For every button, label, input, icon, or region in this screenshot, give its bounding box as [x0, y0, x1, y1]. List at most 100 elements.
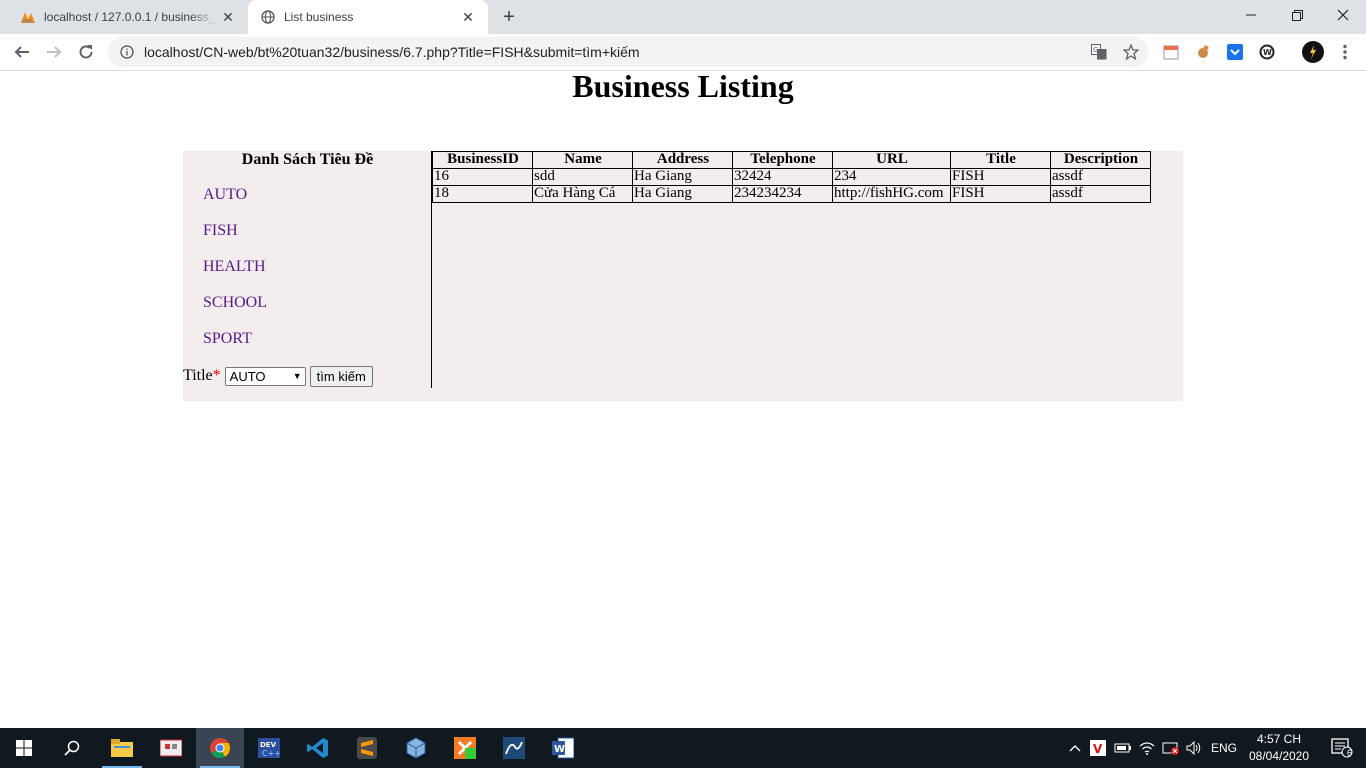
chevron-up-icon[interactable] — [1065, 738, 1085, 758]
xampp-icon[interactable] — [441, 728, 489, 768]
sublime-text-icon[interactable] — [343, 728, 391, 768]
forward-arrow-icon[interactable] — [40, 38, 68, 66]
title-select-value: AUTO — [229, 368, 266, 384]
info-icon[interactable] — [119, 44, 135, 60]
snipping-tool-icon[interactable] — [147, 728, 195, 768]
table-cell: 234234234 — [732, 185, 833, 203]
tab-title: localhost / 127.0.0.1 / business_service — [44, 10, 216, 24]
category-link-health[interactable]: HEALTH — [203, 258, 266, 276]
title-label: Title — [183, 367, 213, 384]
tab-title: List business — [284, 10, 354, 24]
notification-center-icon[interactable]: 6 — [1318, 728, 1366, 768]
table-cell: Ha Giang — [632, 168, 733, 186]
svg-text:W: W — [1263, 48, 1272, 57]
bookmark-star-icon[interactable] — [1121, 42, 1141, 62]
svg-text:DEV: DEV — [260, 741, 277, 749]
taskbar: DEV C++ W V ENG 4:57 CH 08/04/2020 6 — [0, 728, 1366, 768]
browser-toolbar: localhost/CN-web/bt%20tuan32/business/6.… — [0, 34, 1366, 71]
battery-icon[interactable] — [1113, 738, 1133, 758]
calendar-extension-icon[interactable] — [1162, 43, 1180, 61]
svg-text:PMA: PMA — [22, 19, 33, 24]
svg-text:C++: C++ — [262, 749, 280, 758]
window-close-icon[interactable] — [1320, 0, 1366, 30]
menu-kebab-icon[interactable] — [1336, 43, 1354, 61]
clock[interactable]: 4:57 CH 08/04/2020 — [1244, 731, 1314, 765]
table-cell: Ha Giang — [632, 185, 733, 203]
file-explorer-icon[interactable] — [98, 728, 146, 768]
listing-panel: Danh Sách Tiêu Đề AUTO FISH HEALTH SCHOO… — [183, 151, 1183, 401]
category-link-fish[interactable]: FISH — [203, 222, 238, 240]
antivirus-tray-icon[interactable]: V — [1088, 738, 1108, 758]
search-form: Title * AUTO ▼ tìm kiếm — [183, 365, 373, 387]
windows-start-icon[interactable] — [0, 728, 48, 768]
close-icon[interactable]: ✕ — [456, 5, 480, 29]
table-cell: 16 — [432, 168, 533, 186]
column-header: Telephone — [732, 151, 833, 169]
table-cell: FISH — [950, 168, 1051, 186]
column-header: Title — [950, 151, 1051, 169]
profile-avatar-icon[interactable] — [1302, 41, 1324, 63]
close-icon[interactable]: ✕ — [216, 5, 240, 29]
column-header: Description — [1050, 151, 1151, 169]
table-cell: assdf — [1050, 168, 1151, 186]
wordpress-extension-icon[interactable]: W — [1258, 43, 1276, 61]
vscode-icon[interactable] — [294, 728, 342, 768]
table-row: 16 sdd Ha Giang 32424 234 FISH assdf — [432, 168, 1151, 186]
url-text: localhost/CN-web/bt%20tuan32/business/6.… — [144, 44, 640, 60]
chrome-icon[interactable] — [196, 728, 244, 768]
category-sidebar: Danh Sách Tiêu Đề AUTO FISH HEALTH SCHOO… — [183, 151, 432, 388]
clock-date: 08/04/2020 — [1248, 749, 1310, 763]
mysql-workbench-icon[interactable] — [490, 728, 538, 768]
devcpp-icon[interactable]: DEV C++ — [245, 728, 293, 768]
phpmyadmin-icon: PMA — [20, 9, 36, 25]
title-select[interactable]: AUTO ▼ — [224, 366, 306, 386]
network-warning-icon[interactable] — [1161, 738, 1181, 758]
tab-strip: PMA localhost / 127.0.0.1 / business_ser… — [0, 0, 1366, 34]
table-cell: FISH — [950, 185, 1051, 203]
save-extension-icon[interactable] — [1226, 43, 1244, 61]
column-header: BusinessID — [432, 151, 533, 169]
svg-text:V: V — [1093, 742, 1103, 756]
tab-list-business[interactable]: List business ✕ — [248, 0, 488, 34]
sidebar-heading: Danh Sách Tiêu Đề — [241, 151, 374, 168]
back-arrow-icon[interactable] — [8, 38, 36, 66]
required-mark: * — [212, 367, 221, 384]
page-title: Business Listing — [572, 68, 794, 104]
page-content: Business Listing Danh Sách Tiêu Đề AUTO … — [0, 68, 1366, 728]
category-link-auto[interactable]: AUTO — [203, 186, 247, 204]
table-cell: Cửa Hàng Cá — [532, 185, 633, 203]
volume-icon[interactable] — [1184, 738, 1204, 758]
word-icon[interactable]: W — [539, 728, 587, 768]
table-cell: sdd — [532, 168, 633, 186]
minimize-icon[interactable] — [1228, 0, 1274, 30]
category-link-sport[interactable]: SPORT — [203, 330, 252, 348]
clock-time: 4:57 CH — [1256, 732, 1302, 746]
restore-icon[interactable] — [1274, 0, 1320, 30]
wifi-icon[interactable] — [1137, 738, 1157, 758]
virtualbox-icon[interactable] — [392, 728, 440, 768]
reload-icon[interactable] — [72, 38, 100, 66]
notification-count-badge: 6 — [1347, 748, 1353, 758]
table-cell: assdf — [1050, 185, 1151, 203]
translate-icon[interactable]: G — [1089, 42, 1109, 62]
column-header: URL — [832, 151, 951, 169]
business-table: BusinessID Name Address Telephone URL Ti… — [432, 151, 1151, 203]
column-header: Name — [532, 151, 633, 169]
tab-phpmyadmin[interactable]: PMA localhost / 127.0.0.1 / business_ser… — [8, 0, 248, 34]
table-cell: http://fishHG.com — [832, 185, 951, 203]
search-button[interactable]: tìm kiếm — [309, 365, 373, 387]
search-icon[interactable] — [48, 728, 96, 768]
dropdown-arrow-icon: ▼ — [292, 371, 302, 381]
globe-icon — [260, 9, 276, 25]
svg-text:W: W — [554, 744, 565, 755]
new-tab-plus-icon[interactable]: + — [497, 5, 521, 29]
svg-text:G: G — [1093, 46, 1098, 54]
language-indicator[interactable]: ENG — [1206, 728, 1242, 768]
table-header-row: BusinessID Name Address Telephone URL Ti… — [432, 151, 1151, 169]
category-link-school[interactable]: SCHOOL — [203, 294, 267, 312]
table-cell: 18 — [432, 185, 533, 203]
column-header: Address — [632, 151, 733, 169]
cookie-extension-icon[interactable] — [1194, 43, 1212, 61]
table-row: 18 Cửa Hàng Cá Ha Giang 234234234 http:/… — [432, 185, 1151, 203]
address-bar[interactable]: localhost/CN-web/bt%20tuan32/business/6.… — [108, 37, 1148, 67]
